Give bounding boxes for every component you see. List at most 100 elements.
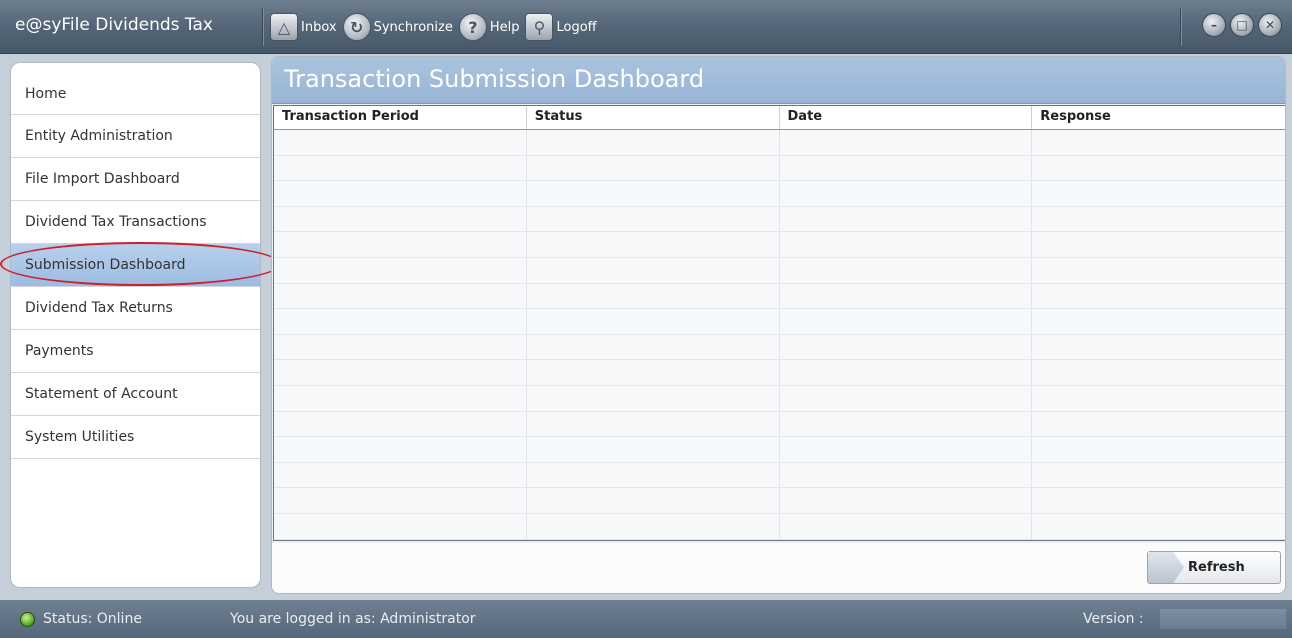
table-cell — [527, 283, 780, 309]
table-cell — [274, 437, 527, 462]
close-icon: ✕ — [1264, 18, 1276, 32]
sidebar-item-dividend-tax-returns[interactable]: Dividend Tax Returns — [11, 287, 260, 330]
table-cell — [1032, 309, 1285, 334]
sidebar-item-payments[interactable]: Payments — [11, 330, 260, 373]
page-title: Transaction Submission Dashboard — [284, 65, 705, 93]
table-cell — [1032, 437, 1285, 462]
table-cell — [780, 130, 1033, 155]
table-cell — [527, 155, 780, 181]
table-row[interactable] — [274, 206, 1285, 233]
sidebar-item-submission-dashboard[interactable]: Submission Dashboard — [11, 244, 260, 287]
window-controls-separator — [1180, 8, 1182, 46]
table-cell — [1032, 386, 1285, 411]
help-button[interactable]: ? Help — [458, 13, 519, 41]
table-row[interactable] — [274, 411, 1285, 438]
main-panel: Transaction Submission Dashboard Transac… — [271, 56, 1286, 594]
refresh-label: Refresh — [1188, 560, 1245, 575]
close-button[interactable]: ✕ — [1258, 13, 1282, 37]
table-cell — [274, 411, 527, 437]
minimize-button[interactable]: – — [1202, 13, 1226, 37]
window-controls: – □ ✕ — [1198, 13, 1282, 37]
sidebar-item-entity-administration[interactable]: Entity Administration — [11, 115, 260, 158]
table-cell — [527, 385, 780, 411]
app-title: e@syFile Dividends Tax — [15, 15, 213, 35]
inbox-icon: △ — [270, 13, 298, 41]
table-row[interactable] — [274, 309, 1285, 335]
table-cell — [1032, 360, 1285, 385]
table-cell — [780, 411, 1033, 437]
table-cell — [780, 513, 1033, 539]
table-cell — [527, 488, 780, 513]
table-row[interactable] — [274, 334, 1285, 361]
table-row[interactable] — [274, 257, 1285, 284]
table-cell — [527, 360, 780, 385]
table-cell — [780, 385, 1033, 411]
table-cell — [780, 360, 1033, 385]
column-header-status[interactable]: Status — [527, 106, 780, 129]
table-cell — [274, 257, 527, 283]
table-cell — [527, 437, 780, 462]
table-cell — [780, 232, 1033, 257]
table-cell — [780, 155, 1033, 181]
title-bar: e@syFile Dividends Tax △ Inbox ↻ Synchro… — [0, 0, 1292, 54]
sidebar-item-statement-of-account[interactable]: Statement of Account — [11, 373, 260, 416]
table-row[interactable] — [274, 513, 1285, 540]
table-cell — [527, 130, 780, 155]
table-cell — [274, 155, 527, 181]
table-cell — [1032, 284, 1285, 309]
column-header-response[interactable]: Response — [1032, 106, 1285, 129]
table-row[interactable] — [274, 462, 1285, 489]
table-row[interactable] — [274, 360, 1285, 386]
column-header-date[interactable]: Date — [780, 106, 1033, 129]
inbox-button[interactable]: △ Inbox — [270, 13, 337, 41]
table-row[interactable] — [274, 283, 1285, 310]
version-value — [1160, 609, 1286, 629]
transactions-table: Transaction Period Status Date Response — [273, 105, 1285, 541]
synchronize-button[interactable]: ↻ Synchronize — [342, 13, 453, 41]
table-cell — [527, 462, 780, 488]
table-cell — [1032, 181, 1285, 206]
sync-icon: ↻ — [342, 13, 371, 41]
sidebar-item-dividend-tax-transactions[interactable]: Dividend Tax Transactions — [11, 201, 260, 244]
maximize-button[interactable]: □ — [1230, 13, 1254, 37]
table-row[interactable] — [274, 488, 1285, 514]
table-cell — [527, 309, 780, 334]
table-row[interactable] — [274, 181, 1285, 207]
toolbar: △ Inbox ↻ Synchronize ? Help ⚲ Logoff — [270, 0, 603, 54]
table-body — [274, 130, 1285, 540]
table-cell — [527, 257, 780, 283]
table-cell — [274, 309, 527, 334]
status-bar: Status: Online You are logged in as: Adm… — [0, 600, 1292, 638]
refresh-button[interactable]: Refresh — [1147, 551, 1281, 584]
table-row[interactable] — [274, 130, 1285, 156]
table-cell — [780, 206, 1033, 232]
minimize-icon: – — [1211, 18, 1217, 32]
table-cell — [274, 488, 527, 513]
table-cell — [1032, 514, 1285, 539]
sidebar-item-home[interactable]: Home — [11, 63, 260, 115]
table-cell — [274, 130, 527, 155]
table-cell — [1032, 207, 1285, 232]
table-cell — [780, 257, 1033, 283]
table-cell — [274, 385, 527, 411]
table-cell — [1032, 156, 1285, 181]
table-cell — [527, 334, 780, 360]
table-cell — [1032, 232, 1285, 257]
status-online-icon — [20, 612, 35, 627]
table-cell — [527, 206, 780, 232]
table-cell — [780, 334, 1033, 360]
table-cell — [274, 232, 527, 257]
table-row[interactable] — [274, 385, 1285, 412]
title-separator — [262, 8, 264, 46]
key-icon: ⚲ — [525, 13, 554, 41]
sidebar-item-system-utilities[interactable]: System Utilities — [11, 416, 260, 459]
table-cell — [274, 513, 527, 539]
table-row[interactable] — [274, 437, 1285, 463]
table-row[interactable] — [274, 232, 1285, 258]
table-row[interactable] — [274, 155, 1285, 182]
table-cell — [274, 462, 527, 488]
table-header: Transaction Period Status Date Response — [274, 106, 1285, 130]
sidebar-item-file-import-dashboard[interactable]: File Import Dashboard — [11, 158, 260, 201]
logoff-button[interactable]: ⚲ Logoff — [525, 13, 597, 41]
column-header-transaction-period[interactable]: Transaction Period — [274, 106, 527, 129]
